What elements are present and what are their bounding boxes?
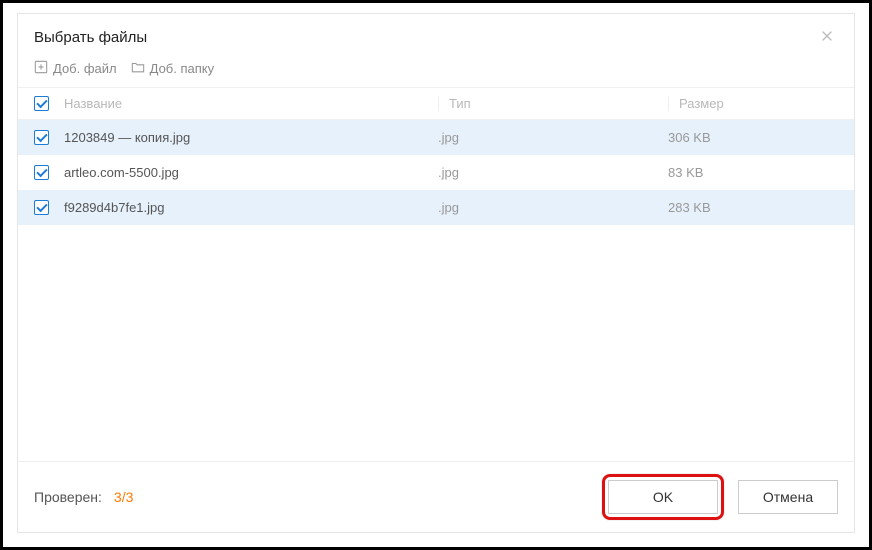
select-all-checkbox[interactable] [34,96,49,111]
file-type: .jpg [438,130,668,145]
close-icon[interactable] [816,26,838,48]
file-size: 306 KB [668,130,838,145]
folder-icon [131,60,145,77]
table-row[interactable]: artleo.com-5500.jpg .jpg 83 KB [18,155,854,190]
cancel-button[interactable]: Отмена [738,480,838,514]
ok-highlight-ring: OK [602,474,724,520]
toolbar: Доб. файл Доб. папку [18,58,854,87]
add-file-label: Доб. файл [53,61,117,76]
file-name: f9289d4b7fe1.jpg [64,200,438,215]
column-size-header[interactable]: Размер [668,96,838,111]
footer: Проверен: 3/3 OK Отмена [18,461,854,532]
add-folder-label: Доб. папку [150,61,215,76]
checked-label: Проверен: [34,489,102,505]
file-type: .jpg [438,200,668,215]
column-type-header[interactable]: Тип [438,96,668,111]
table-row[interactable]: 1203849 — копия.jpg .jpg 306 KB [18,120,854,155]
file-name: 1203849 — копия.jpg [64,130,438,145]
row-checkbox[interactable] [34,200,49,215]
column-name-header[interactable]: Название [64,96,438,111]
window-frame: Выбрать файлы Доб. файл Доб. папку [0,0,872,550]
add-file-button[interactable]: Доб. файл [34,60,117,77]
add-folder-button[interactable]: Доб. папку [131,60,215,77]
titlebar: Выбрать файлы [18,14,854,58]
file-name: artleo.com-5500.jpg [64,165,438,180]
file-select-dialog: Выбрать файлы Доб. файл Доб. папку [17,13,855,533]
file-size: 83 KB [668,165,838,180]
file-size: 283 KB [668,200,838,215]
add-file-icon [34,60,48,77]
dialog-title: Выбрать файлы [34,29,147,46]
table-header: Название Тип Размер [18,87,854,120]
file-list: 1203849 — копия.jpg .jpg 306 KB artleo.c… [18,120,854,461]
row-checkbox[interactable] [34,130,49,145]
table-row[interactable]: f9289d4b7fe1.jpg .jpg 283 KB [18,190,854,225]
row-checkbox[interactable] [34,165,49,180]
file-type: .jpg [438,165,668,180]
ok-button[interactable]: OK [608,480,718,514]
checked-count: 3/3 [114,489,133,505]
